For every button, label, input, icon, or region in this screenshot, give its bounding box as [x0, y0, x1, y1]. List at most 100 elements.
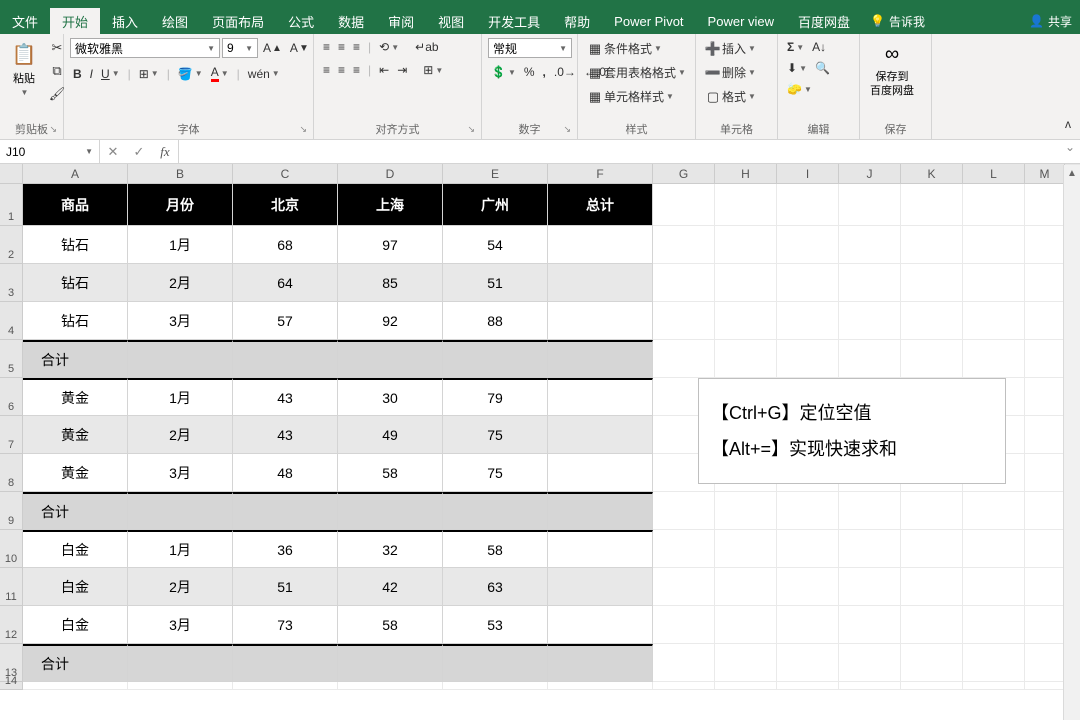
cell[interactable]	[443, 492, 548, 530]
cell[interactable]: 57	[233, 302, 338, 340]
border-button[interactable]: ⊞▼	[136, 65, 162, 83]
wrap-text-button[interactable]: ↵ab	[412, 38, 441, 56]
align-center-button[interactable]: ≡	[335, 61, 348, 79]
cell[interactable]: 97	[338, 226, 443, 264]
table-format-button[interactable]: ▦套用表格格式▼	[584, 62, 689, 83]
scroll-up-icon[interactable]: ▲	[1064, 165, 1080, 182]
tab-home[interactable]: 开始	[50, 8, 100, 34]
dialog-launcher-icon[interactable]: ↘	[467, 124, 475, 135]
tab-review[interactable]: 审阅	[376, 8, 426, 34]
cell[interactable]	[715, 682, 777, 690]
row-header[interactable]: 10	[0, 530, 23, 568]
cell[interactable]	[901, 264, 963, 302]
cell[interactable]	[963, 302, 1025, 340]
cell[interactable]	[1025, 492, 1065, 530]
conditional-format-button[interactable]: ▦条件格式▼	[584, 38, 665, 59]
cell[interactable]	[1025, 226, 1065, 264]
cell[interactable]: 3月	[128, 454, 233, 492]
cell[interactable]: 黄金	[23, 454, 128, 492]
insert-function-button[interactable]: fx	[152, 144, 178, 160]
dialog-launcher-icon[interactable]: ↘	[299, 124, 307, 135]
cell[interactable]	[839, 530, 901, 568]
cell[interactable]	[23, 682, 128, 690]
cell[interactable]	[715, 530, 777, 568]
cell[interactable]: 48	[233, 454, 338, 492]
cell[interactable]	[963, 492, 1025, 530]
cell[interactable]	[548, 264, 653, 302]
cell[interactable]	[233, 340, 338, 378]
orientation-button[interactable]: ⟲▼	[376, 38, 402, 56]
enter-formula-button[interactable]: ✓	[126, 144, 152, 160]
cell[interactable]	[653, 682, 715, 690]
cell[interactable]: 合计	[23, 492, 128, 530]
cell[interactable]	[777, 302, 839, 340]
cell[interactable]: 88	[443, 302, 548, 340]
cell[interactable]	[1025, 606, 1065, 644]
font-family-select[interactable]: 微软雅黑▼	[70, 38, 220, 58]
cell[interactable]	[233, 644, 338, 682]
cell[interactable]	[1025, 302, 1065, 340]
cell[interactable]	[1025, 378, 1065, 416]
cell[interactable]: 92	[338, 302, 443, 340]
tab-insert[interactable]: 插入	[100, 8, 150, 34]
dialog-launcher-icon[interactable]: ↘	[563, 124, 571, 135]
save-baidu-button[interactable]: ∞ 保存到 百度网盘	[866, 38, 918, 101]
cell[interactable]	[1025, 454, 1065, 492]
cell[interactable]	[128, 682, 233, 690]
autosum-button[interactable]: Σ▼	[784, 38, 807, 56]
cell[interactable]	[1025, 682, 1065, 690]
row-header[interactable]: 2	[0, 226, 23, 264]
row-header[interactable]: 9	[0, 492, 23, 530]
cell[interactable]	[548, 416, 653, 454]
phonetic-button[interactable]: wén▼	[245, 65, 283, 83]
cell[interactable]: 53	[443, 606, 548, 644]
column-header-K[interactable]: K	[901, 164, 963, 184]
cell[interactable]: 2月	[128, 568, 233, 606]
cell[interactable]	[777, 264, 839, 302]
cell[interactable]: 1月	[128, 226, 233, 264]
percent-button[interactable]: %	[521, 63, 538, 81]
cell[interactable]	[548, 302, 653, 340]
cell[interactable]	[715, 492, 777, 530]
cell[interactable]: 68	[233, 226, 338, 264]
cell[interactable]	[715, 340, 777, 378]
cell[interactable]	[548, 378, 653, 416]
cell[interactable]	[548, 340, 653, 378]
cell[interactable]: 43	[233, 378, 338, 416]
cell[interactable]	[233, 492, 338, 530]
cell[interactable]	[901, 644, 963, 682]
cell[interactable]: 75	[443, 416, 548, 454]
column-header-J[interactable]: J	[839, 164, 901, 184]
cell[interactable]	[653, 184, 715, 226]
cell[interactable]	[548, 492, 653, 530]
cell[interactable]: 合计	[23, 644, 128, 682]
cancel-formula-button[interactable]: ✕	[100, 144, 126, 160]
row-header[interactable]: 8	[0, 454, 23, 492]
cell[interactable]	[128, 492, 233, 530]
cell[interactable]: 75	[443, 454, 548, 492]
column-header-A[interactable]: A	[23, 164, 128, 184]
cell[interactable]: 钻石	[23, 226, 128, 264]
insert-cells-button[interactable]: ➕插入▼	[702, 38, 759, 59]
cell[interactable]	[443, 644, 548, 682]
cell[interactable]	[443, 682, 548, 690]
cell[interactable]	[1025, 530, 1065, 568]
cell[interactable]	[839, 644, 901, 682]
tab-power-view[interactable]: Power view	[696, 8, 786, 34]
align-right-button[interactable]: ≡	[350, 61, 363, 79]
cell[interactable]	[653, 568, 715, 606]
column-header-F[interactable]: F	[548, 164, 653, 184]
select-all-corner[interactable]	[0, 164, 23, 184]
cell[interactable]	[1025, 340, 1065, 378]
fill-color-button[interactable]: 🪣▼	[175, 65, 206, 83]
sort-a-button[interactable]: A↓	[809, 38, 829, 56]
row-header[interactable]: 7	[0, 416, 23, 454]
cell[interactable]: 51	[233, 568, 338, 606]
cell[interactable]	[653, 264, 715, 302]
cell[interactable]	[715, 184, 777, 226]
cell[interactable]: 64	[233, 264, 338, 302]
cell[interactable]: 58	[443, 530, 548, 568]
delete-cells-button[interactable]: ➖删除▼	[702, 62, 759, 83]
cell[interactable]	[901, 530, 963, 568]
column-header-L[interactable]: L	[963, 164, 1025, 184]
